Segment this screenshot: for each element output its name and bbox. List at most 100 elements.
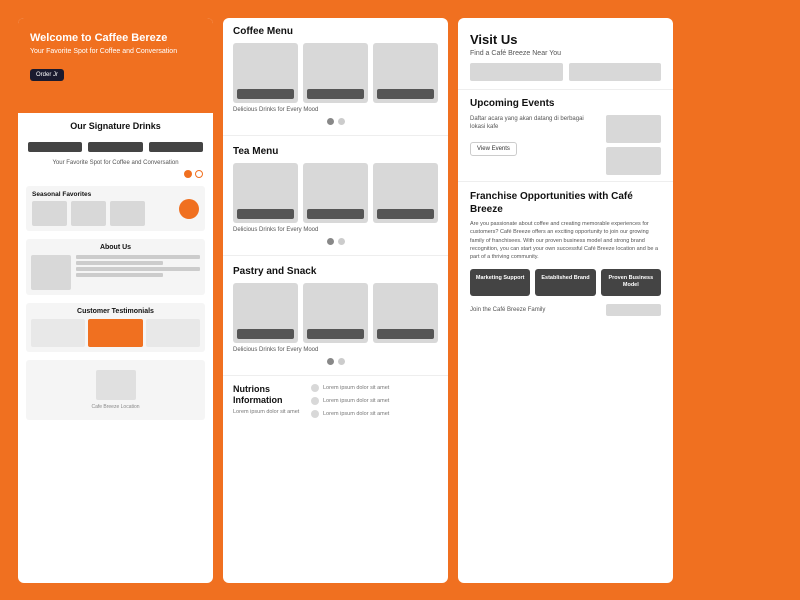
nutrition-item-3: Lorem ipsum dolor sit amet (311, 410, 438, 418)
pastry-menu-title: Pastry and Snack (233, 266, 438, 277)
pastry-pdot-2[interactable] (338, 358, 345, 365)
signature-cards-row (18, 135, 213, 156)
nutrition-subtitle: Lorem ipsum dolor sit amet (233, 409, 303, 415)
nutrition-text-3: Lorem ipsum dolor sit amet (323, 411, 389, 417)
sig-card-btn-2[interactable] (88, 142, 142, 152)
tea-card-btn-1[interactable] (237, 209, 294, 219)
nutrition-text-2: Lorem ipsum dolor sit amet (323, 398, 389, 404)
testimonial-2-highlight (88, 319, 142, 347)
franchise-card-brand: Established Brand (535, 269, 595, 295)
tea-pdot-1[interactable] (327, 238, 334, 245)
seasonal-item-1 (32, 201, 67, 226)
franchise-cards: Marketing Support Established Brand Prov… (470, 269, 661, 295)
seasonal-item-2 (71, 201, 106, 226)
coffee-pdot-1[interactable] (327, 118, 334, 125)
coffee-card-btn-2[interactable] (307, 89, 364, 99)
events-section: Upcoming Events Daftar acara yang akan d… (458, 90, 673, 182)
tea-card-2 (303, 163, 368, 223)
divider-2 (223, 255, 448, 256)
seasonal-item-3 (110, 201, 145, 226)
events-title: Upcoming Events (470, 98, 661, 109)
coffee-card-btn-3[interactable] (377, 89, 434, 99)
hero-order-button[interactable]: Order Jr (30, 69, 64, 81)
main-container: Welcome to Caffee Bereze Your Favorite S… (0, 0, 800, 600)
signature-drinks-title: Our Signature Drinks (18, 113, 213, 135)
sig-card-btn-3[interactable] (149, 142, 203, 152)
tea-menu-section: Tea Menu Delicious Drinks for Every Mood (223, 138, 448, 253)
seasonal-content: Seasonal Favorites (32, 191, 145, 226)
tea-card-btn-3[interactable] (377, 209, 434, 219)
franchise-footer-text: Join the Café Breeze Family (470, 307, 545, 313)
about-inner (31, 255, 200, 290)
nutrition-section: Nutrions Information Lorem ipsum dolor s… (223, 378, 448, 424)
coffee-card-1 (233, 43, 298, 103)
dot-inactive[interactable] (195, 170, 203, 178)
nutrition-dot-2 (311, 397, 319, 405)
pastry-card-2 (303, 283, 368, 343)
footer-address: Cafe Breeze Location (91, 404, 139, 410)
coffee-cards-row (233, 43, 438, 103)
event-img-1 (606, 115, 661, 143)
map-placeholder-2 (569, 63, 662, 81)
franchise-title: Franchise Opportunities with Café Breeze (470, 190, 661, 216)
nutrition-item-2: Lorem ipsum dolor sit amet (311, 397, 438, 405)
pastry-cards-row (233, 283, 438, 343)
tea-pdot-2[interactable] (338, 238, 345, 245)
pastry-card-btn-2[interactable] (307, 329, 364, 339)
nutrition-item-1: Lorem ipsum dolor sit amet (311, 384, 438, 392)
sig-card-2 (88, 139, 142, 152)
pastry-card-btn-1[interactable] (237, 329, 294, 339)
about-line-4 (76, 273, 163, 277)
divider-1 (223, 135, 448, 136)
view-events-button[interactable]: View Events (470, 142, 517, 156)
franchise-card-label-3: Proven Business Model (605, 275, 657, 289)
about-line-1 (76, 255, 200, 259)
tea-card-btn-2[interactable] (307, 209, 364, 219)
coffee-card-btn-1[interactable] (237, 89, 294, 99)
sig-card-btn-1[interactable] (28, 142, 82, 152)
nutrition-left: Nutrions Information Lorem ipsum dolor s… (233, 384, 303, 418)
events-left: Daftar acara yang akan datang di berbaga… (470, 115, 600, 156)
visit-map-row (470, 63, 661, 81)
about-line-3 (76, 267, 200, 271)
visit-title: Visit Us (470, 32, 661, 47)
pastry-pdot-1[interactable] (327, 358, 334, 365)
coffee-pagination (233, 116, 438, 129)
tea-cards-row (233, 163, 438, 223)
tea-caption: Delicious Drinks for Every Mood (233, 227, 438, 233)
nutrition-title: Nutrions Information (233, 384, 303, 406)
franchise-description: Are you passionate about coffee and crea… (470, 220, 661, 261)
pastry-card-3 (373, 283, 438, 343)
seasonal-label: Seasonal Favorites (32, 191, 145, 198)
event-img-2 (606, 147, 661, 175)
coffee-menu-section: Coffee Menu Delicious Drinks for Every M… (223, 18, 448, 133)
divider-3 (223, 375, 448, 376)
event-description: Daftar acara yang akan datang di berbaga… (470, 115, 600, 132)
hero-title: Welcome to Caffee Bereze (30, 32, 201, 44)
pastry-card-btn-3[interactable] (377, 329, 434, 339)
tea-card-1 (233, 163, 298, 223)
dot-active[interactable] (184, 170, 192, 178)
franchise-card-label-1: Marketing Support (474, 275, 526, 282)
visit-section: Visit Us Find a Café Breeze Near You (458, 18, 673, 90)
seasonal-items (32, 201, 145, 226)
nutrition-text-1: Lorem ipsum dolor sit amet (323, 385, 389, 391)
testimonial-1 (31, 319, 85, 347)
franchise-card-label-2: Established Brand (539, 275, 591, 282)
pastry-pagination (233, 356, 438, 369)
franchise-section: Franchise Opportunities with Café Breeze… (458, 182, 673, 322)
nutrition-dot-3 (311, 410, 319, 418)
about-image (31, 255, 71, 290)
coffee-pdot-2[interactable] (338, 118, 345, 125)
coffee-card-3 (373, 43, 438, 103)
pastry-card-1 (233, 283, 298, 343)
franchise-footer-button[interactable] (606, 304, 661, 316)
about-title: About Us (31, 244, 200, 251)
tea-pagination (233, 236, 438, 249)
coffee-caption: Delicious Drinks for Every Mood (233, 107, 438, 113)
seasonal-icon (179, 199, 199, 219)
events-images (606, 115, 661, 175)
events-content: Daftar acara yang akan datang di berbaga… (470, 115, 661, 175)
franchise-card-marketing: Marketing Support (470, 269, 530, 295)
sig-card-3 (149, 139, 203, 152)
